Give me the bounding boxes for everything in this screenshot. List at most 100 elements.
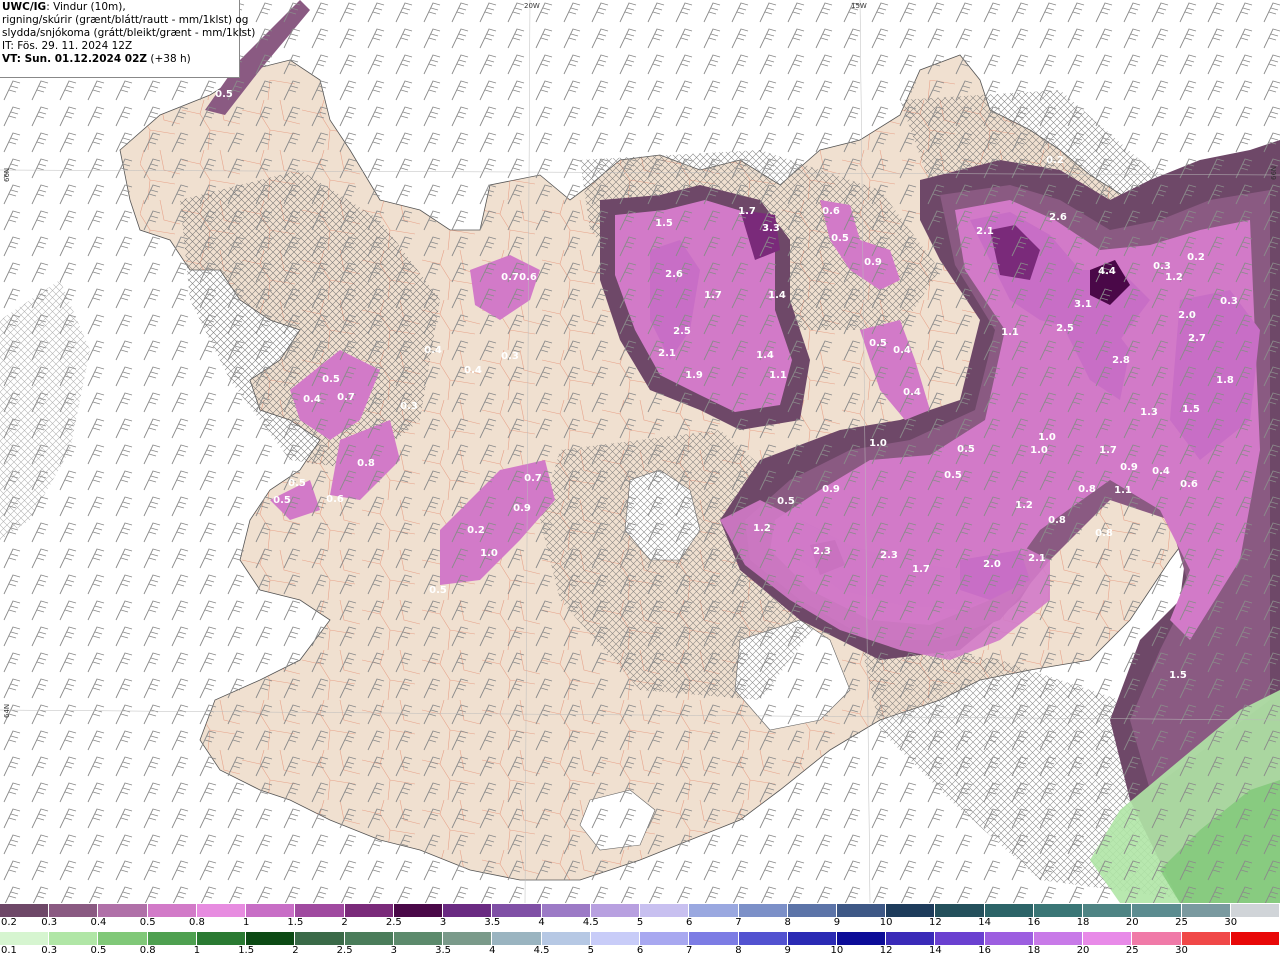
precip-value-label: 2.6: [1049, 212, 1067, 223]
legend-tick-label: 9: [833, 917, 841, 928]
precip-value-label: 0.4: [303, 394, 321, 405]
legend-tick-label: 25: [1175, 917, 1188, 928]
legend-tick-label: 25: [1125, 945, 1139, 956]
precip-value-label: 0.8: [1048, 515, 1066, 526]
legend-tick-label: 18: [1027, 945, 1041, 956]
precip-value-label: 0.3: [501, 351, 519, 362]
precip-value-label: 2.7: [1188, 333, 1206, 344]
precip-value-label: 4.4: [1098, 266, 1116, 277]
lead-time: (+38 h): [150, 53, 191, 65]
precip-value-label: 0.4: [424, 345, 442, 356]
legend-swatch: [541, 932, 591, 945]
legend-swatch: [1230, 904, 1280, 917]
legend-tick-label: 10: [879, 917, 893, 928]
legend-tick-label: 1.5: [238, 945, 255, 956]
precip-value-label: 0.5: [957, 444, 975, 455]
legend-swatch: [1181, 904, 1231, 917]
precip-value-label: 1.4: [768, 290, 786, 301]
precip-value-label: 1.9: [685, 370, 703, 381]
precip-value-label: 0.6: [326, 494, 344, 505]
product-code: UWC/IG: [2, 1, 47, 13]
legend-swatch: [295, 904, 345, 917]
precip-value-label: 1.3: [1140, 407, 1158, 418]
legend-swatch: [147, 932, 197, 945]
legend-tick-label: 0.5: [90, 945, 107, 956]
legend-swatch: [689, 932, 739, 945]
legend-tick-label: 1: [242, 917, 250, 928]
legend-swatch: [443, 904, 493, 917]
legend-swatch: [787, 904, 837, 917]
legend-swatch: [1132, 904, 1182, 917]
precip-value-label: 0.5: [273, 495, 291, 506]
precip-value-label: 0.7: [524, 473, 542, 484]
legend-tick-label: 18: [1076, 917, 1090, 928]
precip-value-label: 0.4: [1152, 466, 1170, 477]
legend-tick-label: 4: [489, 945, 496, 956]
precip-value-label: 1.2: [1165, 272, 1183, 283]
legend-tick-label: 7: [686, 945, 693, 956]
precip-value-label: 1.5: [1182, 404, 1200, 415]
lat-label-66n-right: 66N: [1270, 165, 1278, 180]
lon-label-20w: 20W: [524, 2, 540, 10]
legend-swatch: [344, 904, 394, 917]
legend-swatch: [1033, 904, 1084, 917]
legend-tick-label: 8: [784, 917, 791, 928]
precip-value-label: 0.5: [215, 89, 233, 100]
legend-tick-label: 3.5: [435, 945, 452, 956]
legend-tick-label: 1.5: [287, 917, 304, 928]
precip-value-label: 0.5: [831, 233, 849, 244]
legend-tick-label: 0.8: [188, 917, 205, 928]
legend-tick-label: 5: [636, 917, 644, 928]
lat-label-64n-left: 64N: [3, 703, 11, 718]
precip-value-label: 0.9: [1120, 462, 1138, 473]
precip-value-label: 0.5: [429, 585, 447, 596]
legend-swatch: [492, 904, 542, 917]
precip-value-label: 1.7: [704, 290, 722, 301]
precip-value-label: 1.0: [1030, 445, 1048, 456]
legend-swatch: [886, 932, 936, 945]
legend-tick-label: 14: [978, 917, 991, 928]
legend-tick-label: 5: [587, 945, 594, 956]
precip-value-label: 1.7: [1099, 445, 1117, 456]
legend-swatch: [393, 904, 444, 917]
color-legend: 0.2 0.3 0.4 0.5 0.8 1 1.5 2 2.5 3 3.5 4 4.5 5 6 7 8 9 10 12…: [0, 903, 1280, 960]
legend-swatch: [935, 904, 985, 917]
precip-value-label: 1.1: [1114, 485, 1132, 496]
legend-swatch: [443, 932, 493, 945]
legend-swatch: [541, 904, 591, 917]
legend-tick-label: 16: [978, 945, 991, 956]
precip-value-label: 2.5: [1056, 323, 1074, 334]
precip-value-label: 0.4: [893, 345, 911, 356]
legend-tick-label: 10: [830, 945, 844, 956]
legend-tick-label: 4: [538, 917, 545, 928]
legend-swatch: [196, 932, 247, 945]
precip-value-label: 2.0: [1178, 310, 1196, 321]
legend-swatch: [836, 904, 887, 917]
precip-value-label: 0.4: [903, 387, 921, 398]
precip-value-label: 2.1: [658, 348, 676, 359]
legend-tick-label: 8: [735, 945, 742, 956]
wind-barbs: [0, 0, 1280, 903]
valid-time: VT: Sun. 01.12.2024 02Z: [2, 53, 148, 65]
precip-value-label: 0.2: [467, 525, 485, 536]
precip-value-label: 0.7: [501, 272, 519, 283]
precip-value-label: 0.4: [464, 365, 482, 376]
precip-value-label: 1.0: [869, 438, 887, 449]
legend-swatch: [344, 932, 394, 945]
precip-value-label: 2.3: [813, 546, 831, 557]
lon-label-15w: 15W: [851, 2, 867, 10]
precip-value-label: 1.2: [1015, 500, 1033, 511]
precip-value-label: 0.5: [322, 374, 340, 385]
legend-tick-label: 16: [1027, 917, 1041, 928]
precip-value-label: 3.3: [762, 223, 780, 234]
legend-swatch: [787, 932, 837, 945]
precip-value-label: 0.9: [822, 484, 840, 495]
legend-swatch: [836, 932, 887, 945]
legend-swatch: [1132, 932, 1182, 945]
legend-swatch: [98, 932, 148, 945]
precip-value-label: 0.6: [519, 272, 537, 283]
legend-swatch: [984, 904, 1034, 917]
legend-tick-label: 2.5: [336, 945, 353, 956]
legend-swatch: [640, 904, 690, 917]
precip-value-label: 2.8: [1112, 355, 1130, 366]
